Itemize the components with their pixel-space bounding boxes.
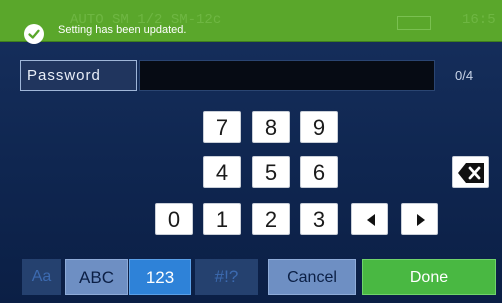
cursor-right-button[interactable] [401, 203, 438, 235]
password-label: Password [20, 60, 137, 91]
tab-123[interactable]: 123 [129, 259, 191, 295]
key-6[interactable]: 6 [300, 156, 338, 188]
clock-text: 16:5 [462, 12, 496, 28]
key-8[interactable]: 8 [252, 111, 290, 143]
notification-message: Setting has been updated. [58, 24, 187, 36]
key-2[interactable]: 2 [252, 203, 290, 235]
arrow-left-icon [367, 214, 375, 226]
battery-icon [397, 16, 431, 30]
backspace-icon [458, 163, 484, 183]
key-7[interactable]: 7 [203, 111, 241, 143]
check-circle-icon [24, 24, 44, 44]
password-input[interactable] [139, 60, 435, 91]
tab-abc[interactable]: ABC [65, 259, 128, 295]
key-1[interactable]: 1 [203, 203, 241, 235]
key-5[interactable]: 5 [252, 156, 290, 188]
tab-case-toggle[interactable]: Aa [22, 259, 61, 295]
key-0[interactable]: 0 [155, 203, 193, 235]
cancel-button[interactable]: Cancel [268, 259, 356, 295]
done-button[interactable]: Done [362, 259, 496, 295]
cursor-left-button[interactable] [351, 203, 388, 235]
key-9[interactable]: 9 [300, 111, 338, 143]
key-3[interactable]: 3 [300, 203, 338, 235]
character-counter: 0/4 [455, 68, 474, 83]
key-4[interactable]: 4 [203, 156, 241, 188]
tab-symbols[interactable]: #!? [195, 259, 258, 295]
backspace-button[interactable] [452, 156, 489, 188]
arrow-right-icon [417, 214, 425, 226]
